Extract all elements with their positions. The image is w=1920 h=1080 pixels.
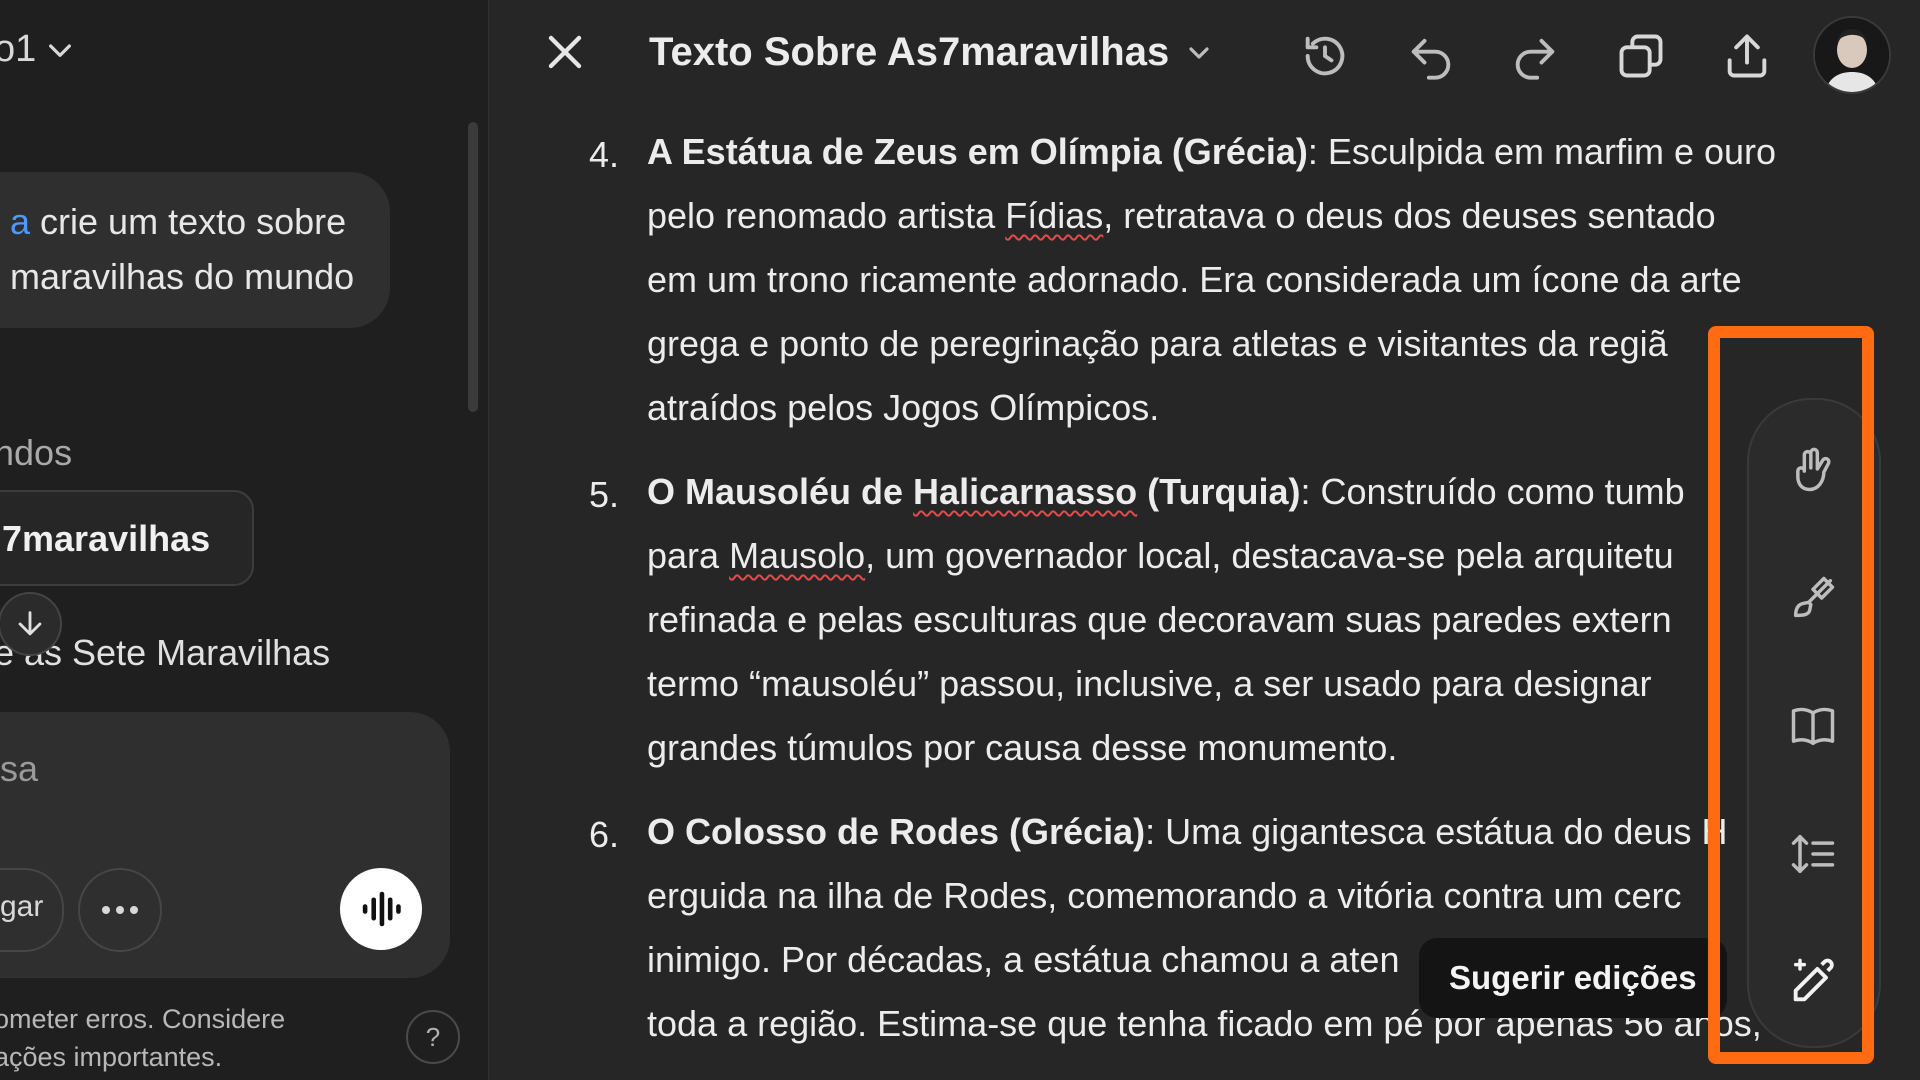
share-button[interactable] bbox=[1719, 28, 1775, 84]
list-number: 6. bbox=[589, 814, 620, 855]
share-icon bbox=[1727, 34, 1767, 78]
model-label: o1 bbox=[0, 28, 37, 70]
copy-button[interactable] bbox=[1613, 28, 1669, 84]
disclaimer-text: ometer erros. Considere ações importante… bbox=[0, 1004, 286, 1072]
tooltip: Sugerir edições bbox=[1419, 938, 1727, 1018]
section-title: ndos bbox=[0, 432, 73, 473]
more-options-button[interactable] bbox=[78, 868, 162, 952]
arrow-down-icon bbox=[18, 611, 42, 636]
history-button[interactable] bbox=[1297, 28, 1353, 84]
scroll-down-button[interactable] bbox=[0, 592, 62, 656]
voice-mode-button[interactable] bbox=[340, 868, 422, 950]
suggest-edits-button[interactable] bbox=[1783, 952, 1843, 1012]
spelling-flag: Mausolo bbox=[729, 535, 866, 576]
canvas-doc-chip[interactable]: 7maravilhas bbox=[0, 490, 254, 586]
undo-button[interactable] bbox=[1403, 28, 1459, 84]
list-number: 4. bbox=[589, 134, 620, 175]
attach-button[interactable]: gar bbox=[0, 868, 64, 952]
copy-icon bbox=[1619, 34, 1663, 78]
paintbrush-icon bbox=[1793, 576, 1835, 618]
adjust-length-button[interactable] bbox=[1783, 824, 1843, 884]
voice-wave-icon bbox=[362, 891, 401, 927]
list-item-text: A Estátua de Zeus em Olímpia (Grécia): E… bbox=[647, 131, 1777, 428]
spelling-flag: Halicarnasso bbox=[913, 471, 1138, 512]
redo-icon bbox=[1515, 38, 1555, 80]
help-button[interactable]: ? bbox=[406, 1010, 460, 1064]
undo-icon bbox=[1411, 38, 1451, 80]
document-title[interactable]: Texto Sobre As7maravilhas bbox=[649, 30, 1215, 75]
user-message-bubble: a crie um texto sobre maravilhas do mund… bbox=[0, 172, 390, 328]
composer-placeholder[interactable]: sa bbox=[0, 748, 38, 790]
book-icon bbox=[1791, 707, 1835, 746]
user-avatar-icon bbox=[1815, 18, 1889, 92]
list-number: 5. bbox=[589, 474, 620, 515]
chevron-down-icon bbox=[49, 43, 72, 57]
ellipsis-icon bbox=[102, 906, 138, 914]
polish-button[interactable] bbox=[1783, 568, 1843, 628]
text-length-icon bbox=[1791, 834, 1835, 874]
close-icon[interactable] bbox=[541, 28, 589, 76]
list-item-text: O Mausoléu de Halicarnasso (Turquia): Co… bbox=[647, 471, 1685, 768]
suggest-edits-icon bbox=[1793, 958, 1834, 1002]
chat-scrollbar[interactable] bbox=[468, 122, 478, 412]
user-message-line-1: a crie um texto sobre bbox=[10, 201, 347, 242]
reading-level-button[interactable] bbox=[1783, 696, 1843, 756]
mention-text: a bbox=[10, 201, 31, 242]
history-icon bbox=[1305, 36, 1345, 76]
chat-panel: o1 a crie um texto sobre maravilhas do m… bbox=[0, 0, 489, 1080]
emoji-button[interactable] bbox=[1783, 440, 1843, 500]
canvas-editor: Texto Sobre As7maravilhas 4. A Estátua d… bbox=[489, 0, 1920, 1080]
user-message-line-2: maravilhas do mundo bbox=[10, 256, 355, 297]
spelling-flag: Fídias bbox=[1005, 195, 1104, 236]
chevron-down-icon bbox=[1189, 46, 1209, 59]
redo-button[interactable] bbox=[1507, 28, 1563, 84]
emoji-hand-icon bbox=[1796, 447, 1831, 492]
edit-tools-rail bbox=[1747, 398, 1881, 1048]
attach-button-label: gar bbox=[0, 890, 44, 923]
doc-chip-label: 7maravilhas bbox=[2, 518, 211, 559]
message-composer[interactable]: sa gar bbox=[0, 712, 450, 978]
avatar[interactable] bbox=[1813, 16, 1891, 94]
canvas-toolbar: Texto Sobre As7maravilhas bbox=[489, 0, 1920, 108]
model-selector[interactable]: o1 bbox=[0, 28, 76, 71]
